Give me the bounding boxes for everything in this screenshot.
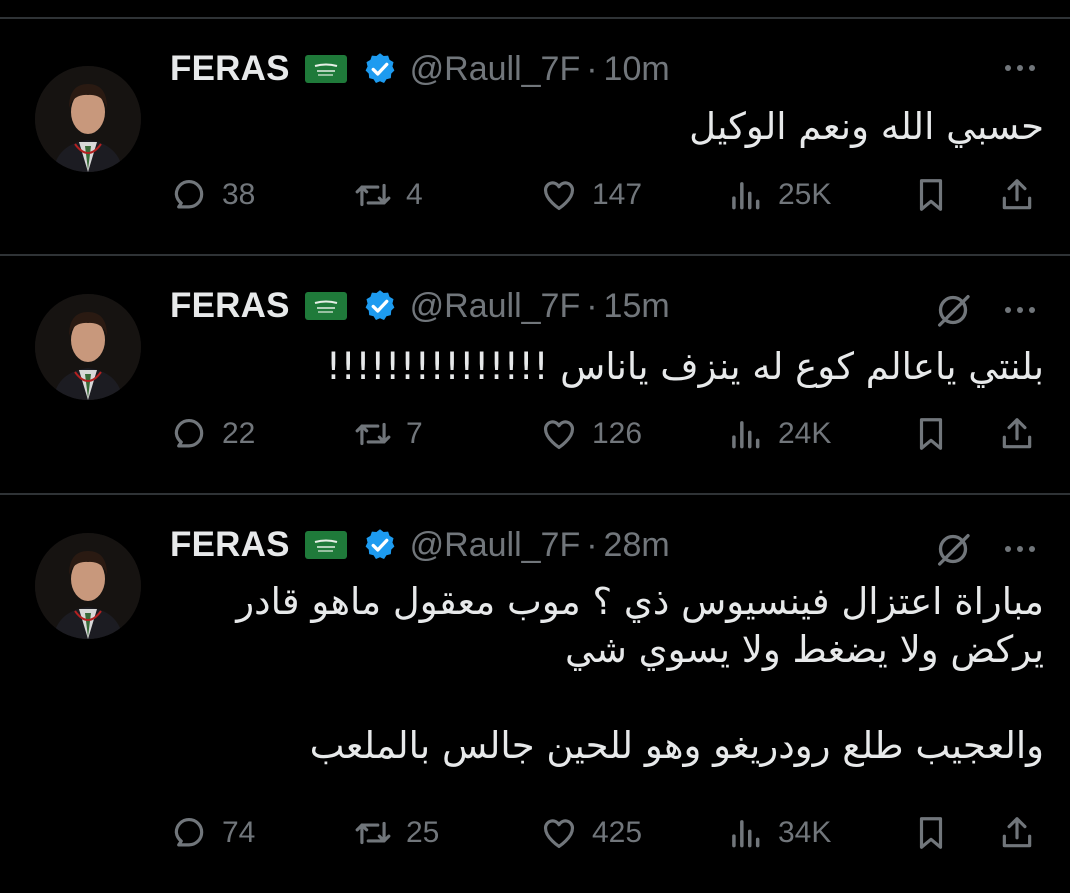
reply-count: 74	[222, 816, 256, 849]
reply-icon	[174, 179, 204, 209]
tweet[interactable]: FERAS @Raull_7F · 28m مباراة اعتزال فينس…	[0, 495, 1070, 893]
repost-count: 7	[406, 417, 423, 450]
tweet[interactable]: FERAS @Raull_7F · 10m حسبي الله ونعم الو…	[0, 0, 1070, 255]
timestamp[interactable]: 10m	[604, 50, 670, 89]
like-button[interactable]: 425	[540, 808, 642, 858]
views-button[interactable]: 34K	[726, 808, 831, 858]
like-icon	[543, 819, 575, 849]
bookmark-icon[interactable]	[912, 415, 950, 453]
repost-icon	[355, 422, 391, 446]
bookmark-icon[interactable]	[912, 176, 950, 214]
like-count: 425	[592, 816, 643, 849]
views-icon	[732, 421, 760, 449]
share-icon[interactable]	[998, 415, 1036, 453]
display-name[interactable]: FERAS	[170, 49, 290, 89]
tweet-text-line: والعجيب طلع رودريغو وهو للحين جالس بالمل…	[309, 724, 1044, 767]
more-icon[interactable]	[1000, 58, 1040, 78]
reply-button[interactable]: 38	[170, 170, 255, 220]
view-count: 24K	[778, 417, 832, 450]
saudi-flag-icon	[304, 291, 348, 321]
views-icon	[732, 820, 760, 848]
display-name[interactable]: FERAS	[170, 286, 290, 326]
tweet-text-line: حسبي الله ونعم الوكيل	[689, 105, 1044, 148]
user-handle[interactable]: @Raull_7F	[410, 50, 581, 89]
repost-icon	[355, 183, 391, 207]
verified-badge-icon	[362, 288, 398, 324]
reply-button[interactable]: 22	[170, 409, 255, 459]
tweet-header: FERAS @Raull_7F · 15m	[170, 284, 670, 328]
repost-button[interactable]: 7	[354, 409, 423, 459]
separator-dot: ·	[586, 286, 598, 325]
like-icon	[543, 420, 575, 450]
like-count: 126	[592, 417, 643, 450]
tweet-text-line	[184, 674, 1044, 722]
tweet-header: FERAS @Raull_7F · 10m	[170, 47, 670, 91]
grok-icon[interactable]	[933, 290, 973, 330]
verified-badge-icon	[362, 51, 398, 87]
user-handle[interactable]: @Raull_7F	[410, 526, 581, 565]
more-icon[interactable]	[1000, 300, 1040, 320]
reply-count: 38	[222, 178, 256, 211]
repost-icon	[355, 821, 391, 845]
avatar[interactable]	[35, 294, 141, 400]
timestamp[interactable]: 15m	[604, 287, 670, 326]
separator-dot: ·	[586, 49, 598, 88]
repost-button[interactable]: 25	[354, 808, 439, 858]
tweet-text-line: يركض ولا يضغط ولا يسوي شي	[565, 628, 1044, 671]
tweet[interactable]: FERAS @Raull_7F · 15m بلنتي ياعالم كوع ل…	[0, 256, 1070, 494]
saudi-flag-icon	[304, 530, 348, 560]
tweet-text: مباراة اعتزال فينسيوس ذي ؟ موب معقول ماه…	[184, 578, 1044, 770]
user-handle[interactable]: @Raull_7F	[410, 287, 581, 326]
avatar[interactable]	[35, 66, 141, 172]
bookmark-icon[interactable]	[912, 814, 950, 852]
like-icon	[543, 181, 575, 211]
views-button[interactable]: 24K	[726, 409, 831, 459]
tweet-text: بلنتي ياعالم كوع له ينزف ياناس !!!!!!!!!…	[184, 343, 1044, 390]
like-count: 147	[592, 178, 643, 211]
tweet-text-line: بلنتي ياعالم كوع له ينزف ياناس !!!!!!!!!…	[325, 345, 1044, 388]
tweet-text-line: مباراة اعتزال فينسيوس ذي ؟ موب معقول ماه…	[236, 580, 1044, 623]
views-button[interactable]: 25K	[726, 170, 831, 220]
grok-icon[interactable]	[933, 529, 973, 569]
reply-count: 22	[222, 417, 256, 450]
share-icon[interactable]	[998, 814, 1036, 852]
saudi-flag-icon	[304, 54, 348, 84]
display-name[interactable]: FERAS	[170, 525, 290, 565]
repost-button[interactable]: 4	[354, 170, 423, 220]
like-button[interactable]: 126	[540, 409, 642, 459]
action-bar: 22 7 126 24K	[170, 409, 1050, 459]
reply-button[interactable]: 74	[170, 808, 255, 858]
like-button[interactable]: 147	[540, 170, 642, 220]
view-count: 25K	[778, 178, 832, 211]
repost-count: 4	[406, 178, 423, 211]
timestamp[interactable]: 28m	[604, 526, 670, 565]
view-count: 34K	[778, 816, 832, 849]
tweet-text: حسبي الله ونعم الوكيل	[184, 103, 1044, 150]
tweet-header: FERAS @Raull_7F · 28m	[170, 523, 670, 567]
action-bar: 38 4 147 25K	[170, 170, 1050, 220]
reply-icon	[174, 418, 204, 448]
reply-icon	[174, 817, 204, 847]
views-icon	[732, 182, 760, 210]
separator-dot: ·	[586, 525, 598, 564]
verified-badge-icon	[362, 527, 398, 563]
action-bar: 74 25 425 34K	[170, 808, 1050, 858]
avatar[interactable]	[35, 533, 141, 639]
more-icon[interactable]	[1000, 539, 1040, 559]
share-icon[interactable]	[998, 176, 1036, 214]
repost-count: 25	[406, 816, 440, 849]
